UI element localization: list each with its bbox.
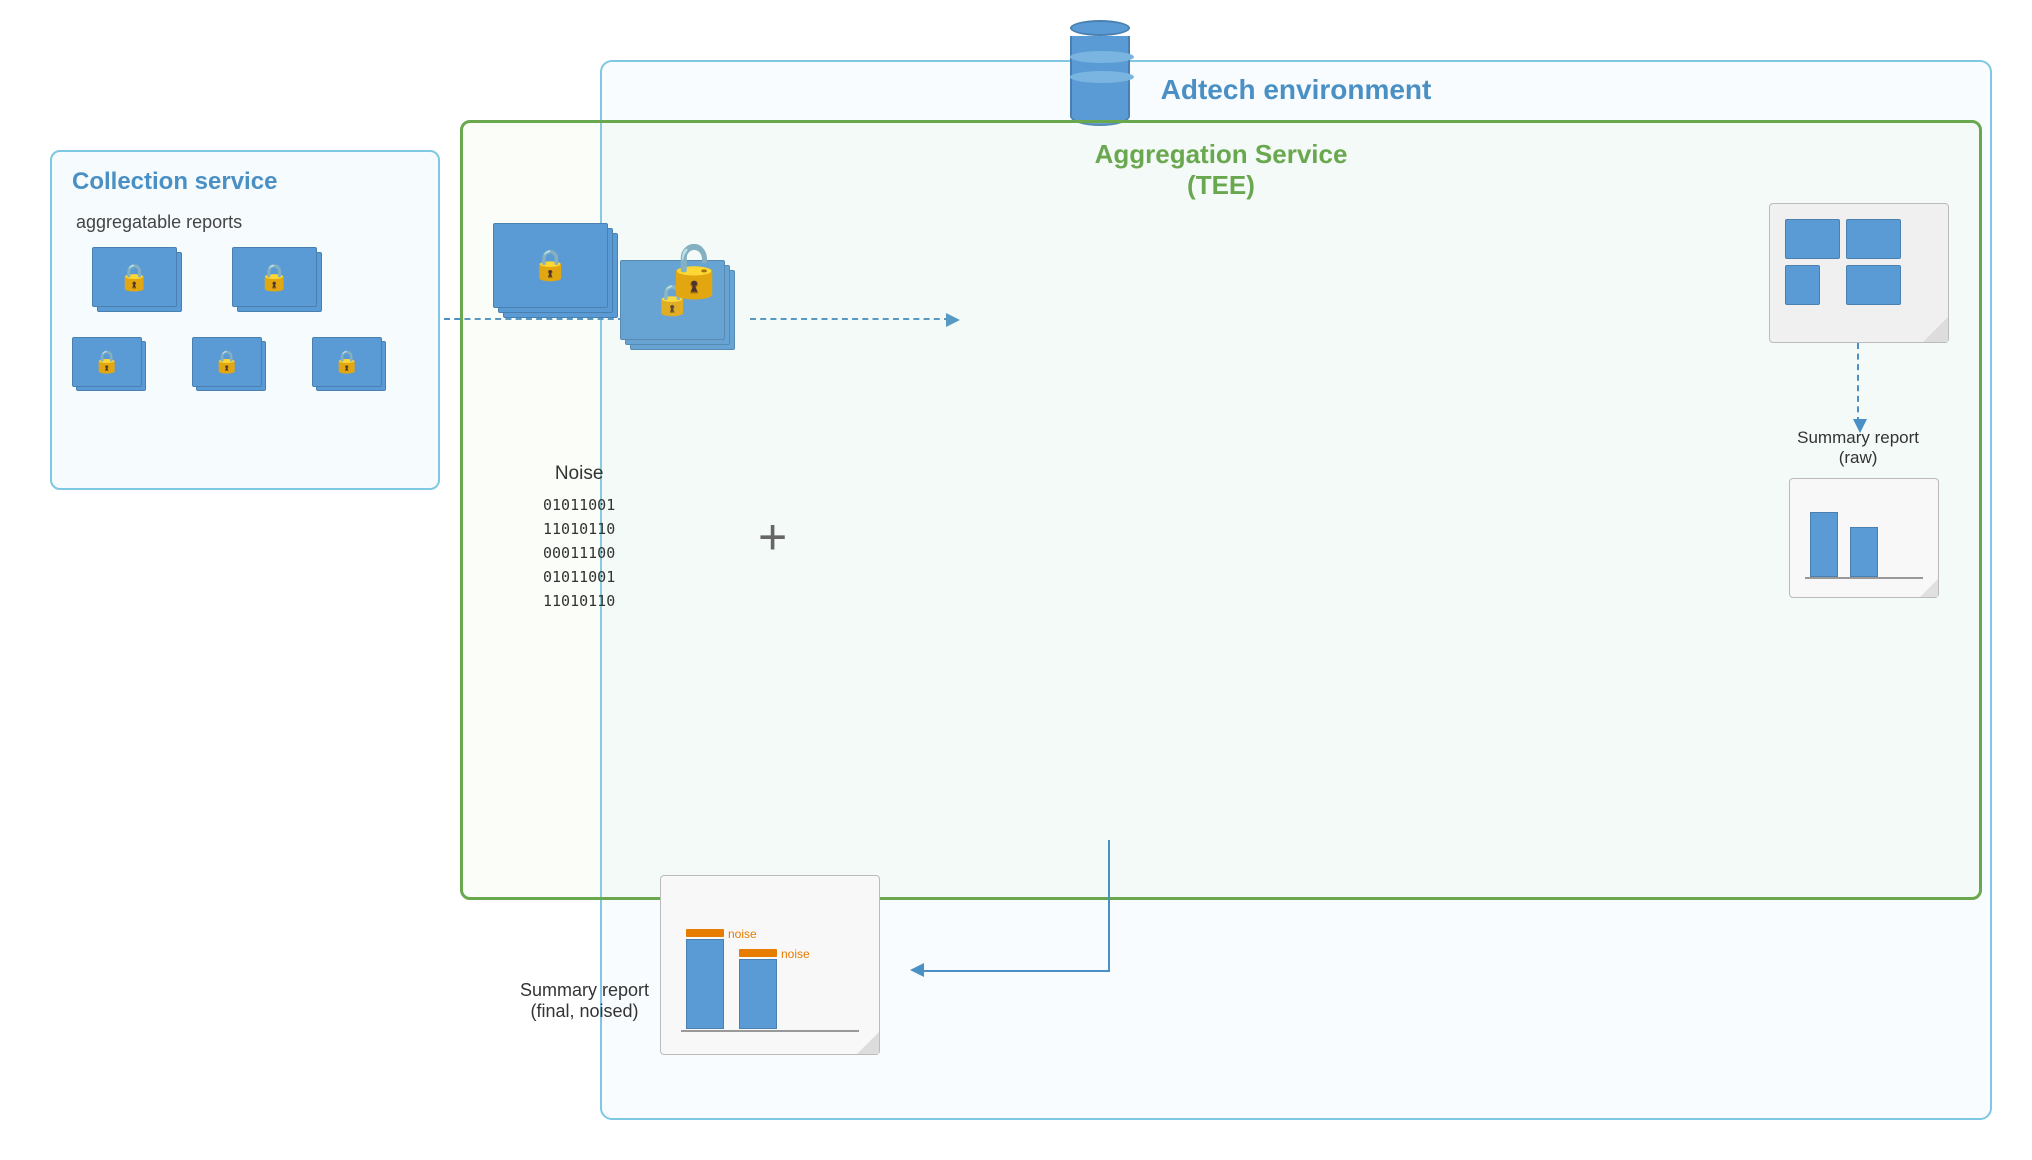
raw-chart-baseline	[1805, 577, 1923, 579]
summary-raw-doc-bg	[1769, 203, 1949, 343]
summary-raw-sublabel: (raw)	[1797, 448, 1919, 468]
doc-corner	[1923, 317, 1948, 342]
summary-final-bg: noise noise	[660, 875, 880, 1055]
noise-binary: 0101100111010110000111000101100111010110	[543, 493, 615, 613]
summary-final-label: Summary report	[520, 980, 649, 1001]
summary-final-sublabel: (final, noised)	[520, 1001, 649, 1022]
noise-section: Noise 0101100111010110000111000101100111…	[543, 463, 615, 613]
report-front-4: 🔒	[192, 337, 262, 387]
grid-cell-1	[1785, 219, 1840, 259]
summary-raw-chart-doc	[1789, 478, 1939, 598]
report-front-2: 🔒	[232, 247, 317, 307]
summary-raw-chart-bg	[1789, 478, 1939, 598]
summary-final-label-area: Summary report (final, noised)	[520, 980, 649, 1022]
agg-report-stack: 🔒	[493, 223, 623, 333]
arrow-final-h	[920, 970, 1110, 972]
raw-chart-corner	[1920, 579, 1938, 597]
report-stack-1: 🔒	[92, 247, 182, 312]
raw-bar-2	[1850, 527, 1878, 577]
grid-cell-3	[1785, 265, 1820, 305]
final-bar-1	[686, 939, 724, 1029]
report-stack-4: 🔒	[192, 337, 267, 392]
report-front-1: 🔒	[92, 247, 177, 307]
db-top	[1070, 20, 1130, 36]
noise-label-1: noise	[728, 927, 757, 941]
summary-raw-grid	[1785, 219, 1901, 305]
report-front-3: 🔒	[72, 337, 142, 387]
db-line1	[1070, 51, 1134, 63]
db-line2	[1070, 71, 1134, 83]
agg-front: 🔒	[493, 223, 608, 308]
final-chart-baseline	[681, 1030, 859, 1032]
adtech-env-title: Adtech environment	[1161, 74, 1432, 106]
report-stack-5: 🔒	[312, 337, 387, 392]
aggregation-service-title: Aggregation Service (TEE)	[1095, 139, 1348, 201]
report-stack-3: 🔒	[72, 337, 147, 392]
lock-5: 🔒	[333, 349, 360, 375]
final-bar-chart: noise noise	[686, 929, 777, 1029]
summary-raw-label: Summary report	[1797, 428, 1919, 448]
raw-bar-chart	[1810, 512, 1878, 577]
lock-4: 🔒	[213, 349, 240, 375]
grid-cell-2	[1846, 219, 1901, 259]
arrow-down-raw	[1857, 343, 1859, 423]
unlock-icon: 🔓	[663, 243, 725, 302]
final-chart-corner	[857, 1032, 879, 1054]
lock-agg: 🔒	[532, 248, 569, 283]
db-body	[1070, 36, 1130, 106]
noise-bar-2	[739, 949, 777, 957]
final-bar-2-group: noise	[739, 949, 777, 1029]
lock-1: 🔒	[118, 262, 150, 293]
aggregation-service-box: Aggregation Service (TEE) 🔒 🔓	[460, 120, 1982, 900]
noise-label: Noise	[543, 463, 615, 485]
noise-bar-2-container: noise	[739, 949, 777, 957]
collection-service-box: Collection service aggregatable reports …	[50, 150, 440, 490]
collection-service-subtitle: aggregatable reports	[76, 212, 242, 233]
noise-bar-1-container: noise	[686, 929, 724, 937]
arrow-final-h-head	[910, 963, 924, 977]
collection-service-title: Collection service	[72, 168, 277, 196]
lock-2: 🔒	[258, 262, 290, 293]
arrow-final-v	[1108, 840, 1110, 970]
summary-raw-doc	[1769, 203, 1949, 343]
noise-bar-1	[686, 929, 724, 937]
database-icon	[1070, 20, 1130, 126]
summary-final-doc: noise noise	[660, 875, 880, 1055]
noise-label-2: noise	[781, 947, 810, 961]
report-front-5: 🔒	[312, 337, 382, 387]
final-bar-2	[739, 959, 777, 1029]
final-bar-1-group: noise	[686, 929, 724, 1029]
plus-sign: +	[758, 508, 787, 566]
summary-raw-label-area: Summary report (raw)	[1797, 428, 1919, 468]
lock-3: 🔒	[93, 349, 120, 375]
diagram-container: Adtech environment Collection service ag…	[20, 20, 2012, 1140]
raw-bar-1	[1810, 512, 1838, 577]
report-stack-2: 🔒	[232, 247, 322, 312]
grid-cell-4	[1846, 265, 1901, 305]
